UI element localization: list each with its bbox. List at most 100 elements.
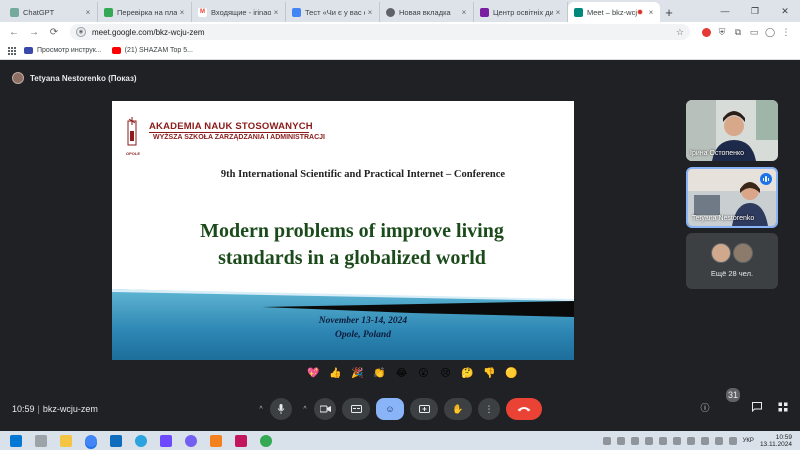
reaction-sad[interactable]: 😢 [438, 366, 453, 381]
close-window-icon[interactable]: ✕ [770, 0, 800, 22]
chrome-icon [386, 7, 395, 17]
activities-icon[interactable] [776, 400, 790, 414]
close-icon[interactable]: × [83, 8, 93, 17]
tray-battery-icon[interactable] [728, 436, 737, 445]
tray-viber-icon[interactable] [616, 436, 625, 445]
tab-test[interactable]: Тест «Чи є у вас е × [286, 2, 380, 22]
menu-icon[interactable]: ⋮ [778, 24, 794, 40]
close-icon[interactable]: × [177, 8, 187, 17]
more-participants-label: Ещё 28 чел. [710, 269, 754, 278]
present-screen-icon[interactable] [410, 398, 438, 420]
system-clock[interactable]: 10:59 13.11.2024 [760, 434, 792, 448]
mic-options-chevron-icon[interactable]: ^ [254, 398, 268, 420]
recording-icon [637, 9, 643, 15]
reaction-thumbs-up[interactable]: 👍 [328, 366, 343, 381]
tray-volume-icon[interactable] [714, 436, 723, 445]
tab-gmail[interactable]: M Входящие - irinaost × [192, 2, 286, 22]
tray-app-icon[interactable] [672, 436, 681, 445]
site-info-icon[interactable]: ◉ [76, 27, 86, 37]
tray-cloud-icon[interactable] [602, 436, 611, 445]
reload-icon[interactable]: ⟳ [46, 24, 62, 40]
screen: ChatGPT × Перевірка на плагіа × M Входящ… [0, 0, 800, 450]
more-options-icon[interactable]: ⋮ [478, 398, 500, 420]
tray-chevron-icon[interactable] [686, 436, 695, 445]
meeting-details-icon[interactable]: ⓘ [698, 400, 712, 414]
bookmark-item[interactable]: (21) SHAZAM Top 5... [111, 47, 193, 54]
people-icon[interactable]: 31 [724, 388, 740, 414]
slide-title: Modern problems of improve living standa… [112, 218, 574, 272]
apps-grid-icon[interactable] [8, 46, 16, 55]
tab-plagiarism[interactable]: Перевірка на плагіа × [98, 2, 192, 22]
bookmark-item[interactable]: Просмотр инструк... [24, 47, 102, 54]
participant-tile[interactable]: Tetyana Nestorenko [686, 167, 778, 228]
bookmark-star-icon[interactable]: ☆ [676, 27, 684, 38]
shield-extension-icon[interactable]: ⛨ [714, 24, 730, 40]
puzzle-icon[interactable]: ⧉ [730, 24, 746, 40]
minimize-icon[interactable]: — [710, 0, 740, 22]
reaction-laugh[interactable]: 😂 [394, 366, 409, 381]
address-bar[interactable]: ◉ meet.google.com/bkz-wcju-zem ☆ [70, 24, 690, 40]
chat-icon[interactable] [750, 400, 764, 414]
extension-icon[interactable] [698, 24, 714, 40]
reaction-thinking[interactable]: 🤔 [460, 366, 475, 381]
cloud-app-icon[interactable] [210, 434, 222, 447]
sidepanel-icon[interactable]: ▭ [746, 24, 762, 40]
reaction-more[interactable]: 🟡 [504, 366, 519, 381]
tray-wifi-icon[interactable] [700, 436, 709, 445]
reaction-party[interactable]: 🎉 [350, 366, 365, 381]
camera-icon[interactable] [314, 398, 336, 420]
avatar [711, 243, 731, 263]
tab-label: Входящие - irinaost [211, 7, 271, 17]
participant-tile[interactable]: Ірина Остопенко [686, 100, 778, 161]
tray-app-icon[interactable] [644, 436, 653, 445]
university-name: AKADEMIA NAUK STOSOWANYCH [149, 121, 313, 132]
task-view-icon[interactable] [35, 434, 47, 447]
url-text: meet.google.com/bkz-wcju-zem [92, 27, 205, 37]
camera-options-chevron-icon[interactable]: ^ [298, 398, 312, 420]
captions-icon[interactable] [342, 398, 370, 420]
reaction-surprised[interactable]: 😮 [416, 366, 431, 381]
chrome-app-icon[interactable] [260, 434, 272, 447]
tab-label: Meet – bkz-wcju [587, 7, 637, 17]
maximize-icon[interactable]: ❐ [740, 0, 770, 22]
chrome-taskbar-icon[interactable] [85, 434, 97, 447]
close-icon[interactable]: × [271, 8, 281, 17]
close-icon[interactable]: × [553, 8, 563, 17]
emoji-reactions-icon[interactable]: ☺ [376, 398, 404, 420]
avatar-group [686, 243, 778, 263]
forward-icon[interactable]: → [26, 24, 42, 40]
tab-meet[interactable]: Meet – bkz-wcju × [568, 2, 660, 22]
proton-vpn-icon[interactable] [160, 434, 172, 447]
viber-icon[interactable] [185, 434, 197, 447]
keyboard-language[interactable]: УКР [743, 438, 754, 444]
mic-icon[interactable] [270, 398, 292, 420]
telegram-icon[interactable] [135, 434, 147, 447]
tab-label: Центр освітніх дист [493, 7, 553, 17]
new-tab-button[interactable]: + [660, 2, 678, 22]
close-icon[interactable]: × [646, 8, 656, 17]
outlook-icon[interactable] [110, 434, 122, 447]
tab-edu-center[interactable]: Центр освітніх дист × [474, 2, 568, 22]
reaction-thumbs-down[interactable]: 👎 [482, 366, 497, 381]
file-explorer-icon[interactable] [60, 434, 72, 447]
end-call-icon[interactable] [506, 398, 542, 420]
windows-start-icon[interactable] [10, 434, 22, 447]
tab-new[interactable]: Новая вкладка × [380, 2, 474, 22]
more-participants-tile[interactable]: Ещё 28 чел. [686, 233, 778, 289]
photos-icon[interactable] [235, 434, 247, 447]
profile-icon[interactable]: ◯ [762, 24, 778, 40]
reaction-heart[interactable]: 💖 [306, 366, 321, 381]
tray-app-icon[interactable] [658, 436, 667, 445]
tray-telegram-icon[interactable] [630, 436, 639, 445]
divider [149, 132, 309, 133]
conference-location: Opole, Poland [335, 330, 391, 340]
close-icon[interactable]: × [365, 8, 375, 17]
window-controls: — ❐ ✕ [710, 0, 800, 22]
tab-chatgpt[interactable]: ChatGPT × [4, 2, 98, 22]
close-icon[interactable]: × [459, 8, 469, 17]
raise-hand-icon[interactable]: ✋ [444, 398, 472, 420]
gmail-icon: M [198, 7, 207, 17]
back-icon[interactable]: ← [6, 24, 22, 40]
reaction-clap[interactable]: 👏 [372, 366, 387, 381]
avatar [733, 243, 753, 263]
